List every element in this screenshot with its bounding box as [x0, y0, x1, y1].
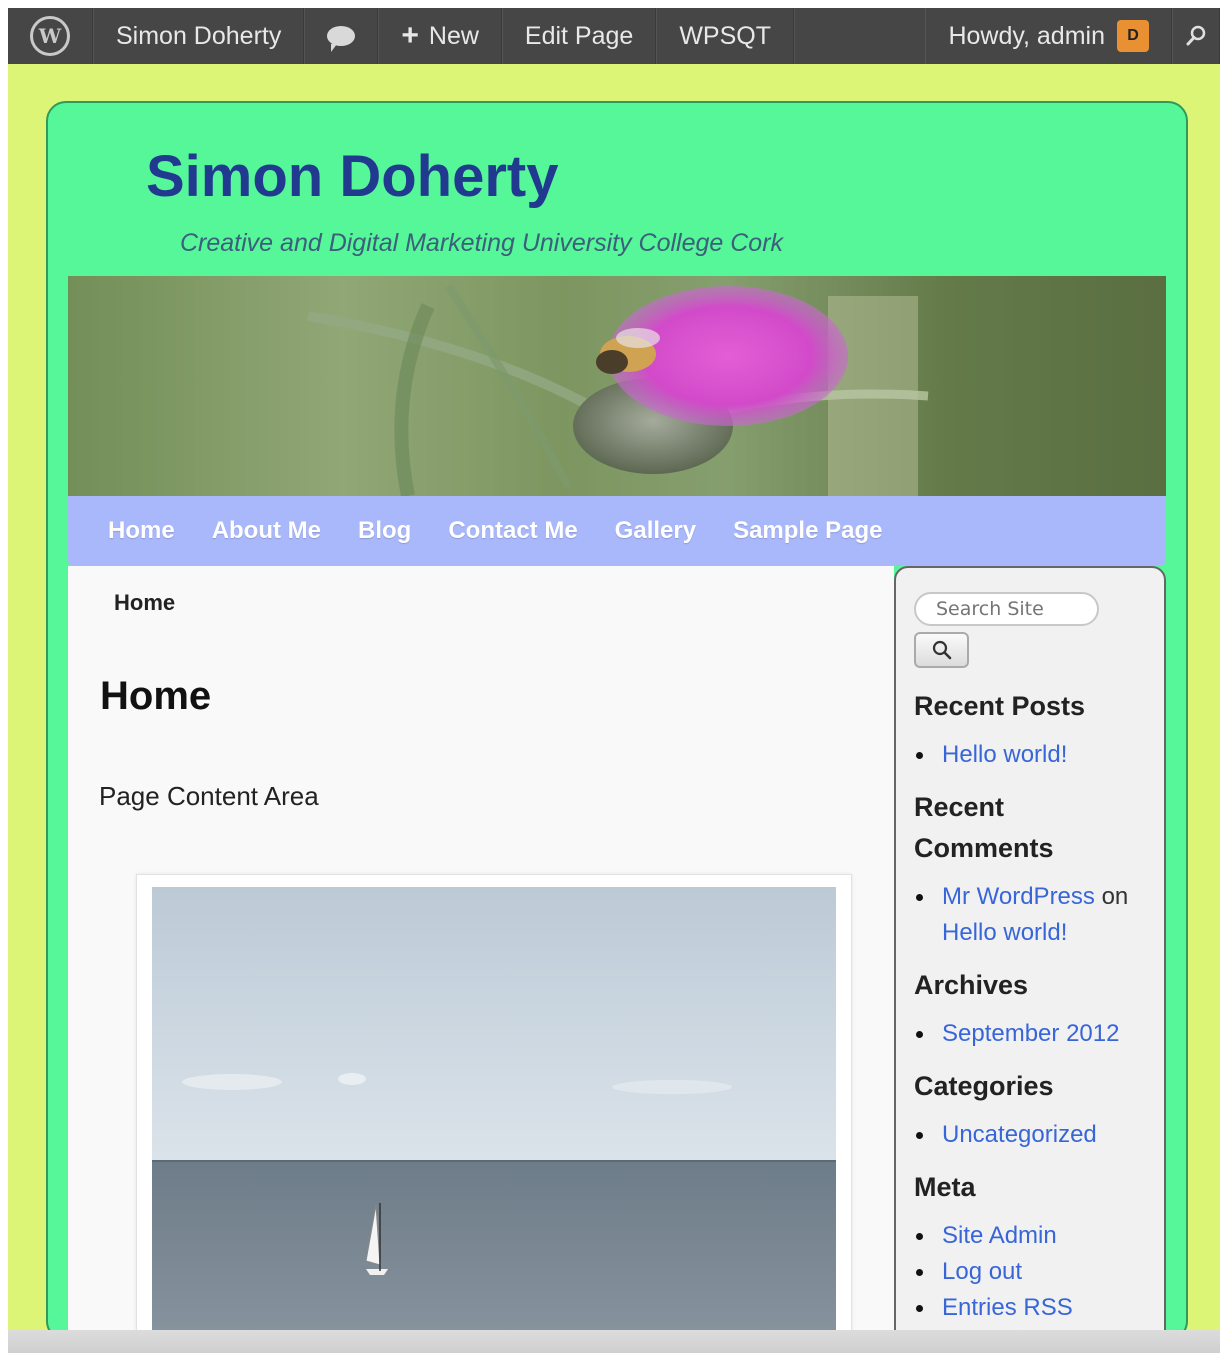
site-container: Simon Doherty Creative and Digital Marke…	[46, 101, 1188, 1330]
new-label: New	[428, 21, 479, 50]
admin-bar-spacer	[794, 8, 925, 64]
recent-comments-title-line2: Comments	[914, 833, 1054, 863]
nav-item-sample-page[interactable]: Sample Page	[733, 517, 882, 545]
widget-title-recent-comments: Recent Comments	[914, 787, 1154, 869]
main-content: Home Home Page Content Area	[68, 566, 894, 1330]
list-item: Uncategorized	[914, 1117, 1154, 1153]
admin-site-name[interactable]: Simon Doherty	[93, 8, 305, 64]
categories-list: Uncategorized	[914, 1117, 1154, 1153]
list-item: September 2012	[914, 1016, 1154, 1052]
widget-title-categories: Categories	[914, 1071, 1054, 1101]
sailboat-photo[interactable]	[152, 887, 836, 1330]
comment-bubble-icon	[327, 26, 356, 52]
site-tagline: Creative and Digital Marketing Universit…	[180, 229, 784, 257]
meta-list: Site Admin Log out Entries RSS	[914, 1218, 1154, 1326]
recent-comments-title-line1: Recent	[914, 792, 1005, 822]
howdy-text: Howdy, admin	[948, 21, 1105, 50]
widget-title-archives: Archives	[914, 970, 1029, 1000]
browser-viewport: W Simon Doherty + New Edit Page WPSQT Ho…	[8, 8, 1220, 1330]
widget-title-recent-posts: Recent Posts	[914, 691, 1086, 721]
log-out-link[interactable]: Log out	[942, 1258, 1022, 1285]
archives-list: September 2012	[914, 1016, 1154, 1052]
list-item: Mr WordPress on Hello world!	[914, 879, 1154, 951]
window-bottom-edge	[8, 1330, 1220, 1353]
plus-icon: +	[401, 19, 419, 52]
recent-comments-list: Mr WordPress on Hello world!	[914, 879, 1154, 951]
comment-author-link[interactable]: Mr WordPress	[942, 883, 1095, 910]
comments-menu[interactable]	[304, 8, 379, 64]
avatar: D	[1117, 20, 1149, 52]
wp-logo-menu[interactable]: W	[8, 8, 93, 64]
new-content-menu[interactable]: + New	[378, 8, 502, 64]
wpsqt-menu[interactable]: WPSQT	[656, 8, 794, 64]
page-title: Home	[100, 674, 212, 718]
page-content-text: Page Content Area	[99, 781, 319, 811]
widget-title-meta: Meta	[914, 1172, 976, 1202]
nav-item-about-me[interactable]: About Me	[212, 517, 321, 545]
category-link[interactable]: Uncategorized	[942, 1121, 1097, 1148]
archive-link[interactable]: September 2012	[942, 1020, 1119, 1047]
wordpress-icon: W	[30, 16, 70, 56]
search-input[interactable]	[914, 592, 1099, 626]
admin-search[interactable]	[1172, 8, 1220, 64]
site-title[interactable]: Simon Doherty	[146, 143, 559, 210]
breadcrumb[interactable]: Home	[114, 590, 175, 616]
photo-frame	[136, 874, 852, 1330]
nav-item-contact-me[interactable]: Contact Me	[448, 517, 577, 545]
list-item: Log out	[914, 1254, 1154, 1290]
nav-item-gallery[interactable]: Gallery	[615, 517, 696, 545]
comment-post-link[interactable]: Hello world!	[942, 919, 1067, 946]
widget-area: Recent Posts Hello world! Recent Comment…	[914, 680, 1154, 1330]
sidebar: Recent Posts Hello world! Recent Comment…	[894, 566, 1166, 1330]
main-navigation: Home About Me Blog Contact Me Gallery Sa…	[68, 496, 1166, 566]
search-button[interactable]	[914, 632, 969, 668]
edit-page-link[interactable]: Edit Page	[501, 8, 657, 64]
entries-rss-link[interactable]: Entries RSS	[942, 1294, 1073, 1321]
nav-item-blog[interactable]: Blog	[358, 517, 411, 545]
recent-post-link[interactable]: Hello world!	[942, 741, 1067, 768]
list-item: Site Admin	[914, 1218, 1154, 1254]
list-item: Entries RSS	[914, 1290, 1154, 1326]
site-admin-link[interactable]: Site Admin	[942, 1222, 1057, 1249]
account-menu[interactable]: Howdy, admin D	[925, 8, 1172, 64]
nav-item-home[interactable]: Home	[108, 517, 175, 545]
admin-bar: W Simon Doherty + New Edit Page WPSQT Ho…	[8, 8, 1220, 64]
list-item: Hello world!	[914, 737, 1154, 773]
magnifier-icon	[932, 640, 951, 660]
recent-posts-list: Hello world!	[914, 737, 1154, 773]
header-image-thistle	[68, 276, 1166, 496]
search-icon	[1186, 25, 1206, 46]
comment-on-text: on	[1094, 883, 1129, 910]
